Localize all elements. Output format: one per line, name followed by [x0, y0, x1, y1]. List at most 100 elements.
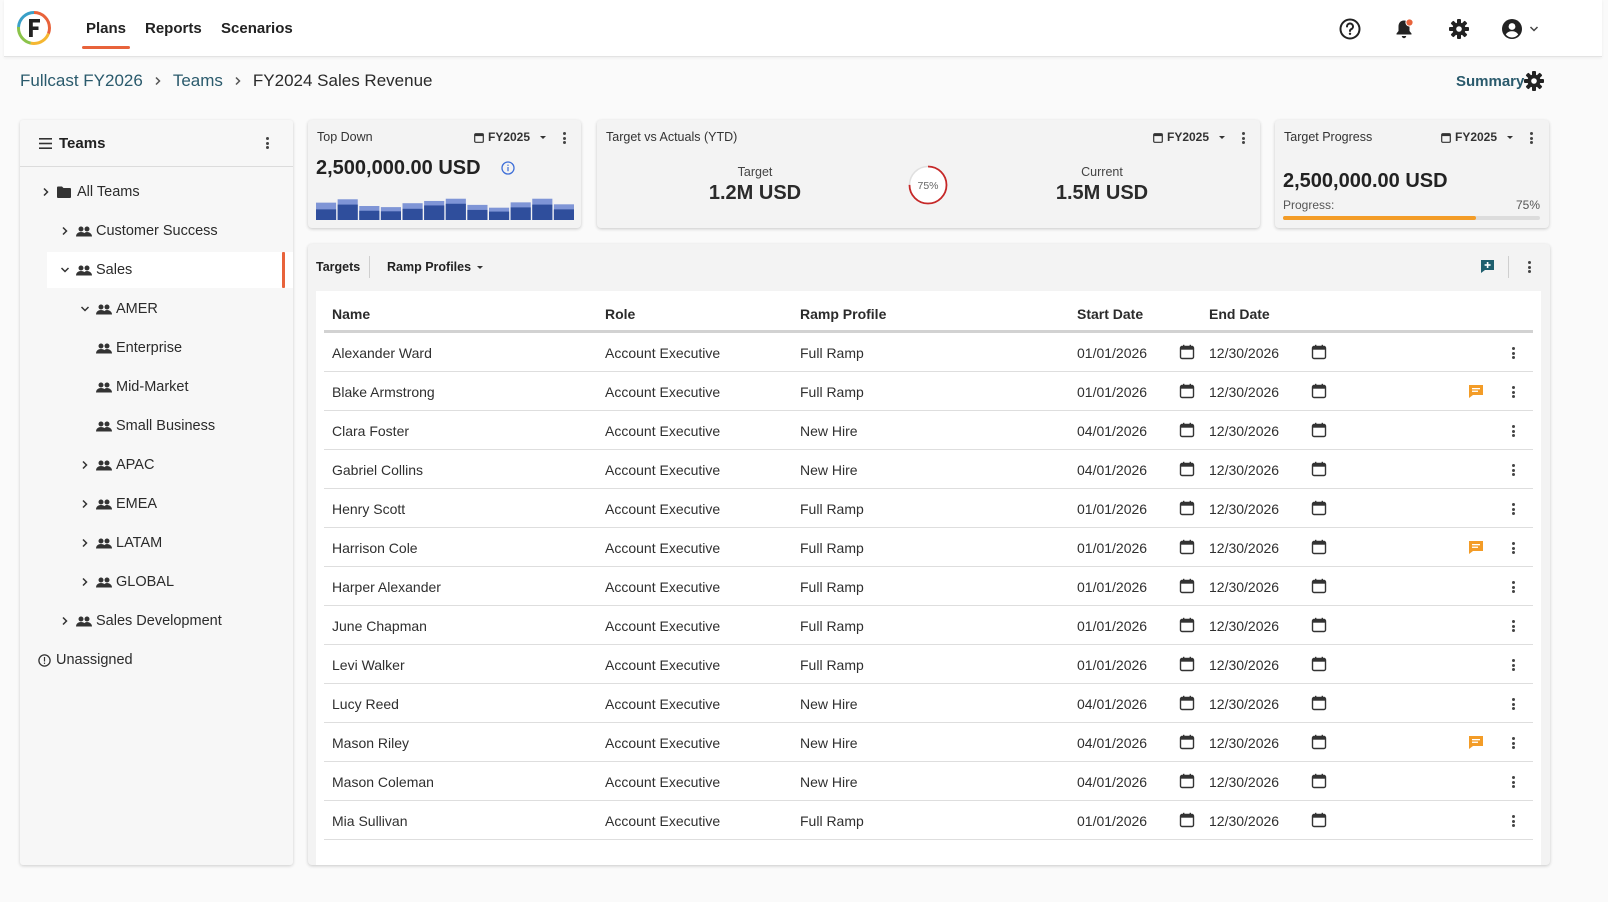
- column-header-name[interactable]: Name: [332, 306, 370, 322]
- calendar-icon[interactable]: [1179, 344, 1195, 360]
- fiscal-year-selector[interactable]: FY2025: [1441, 130, 1514, 144]
- table-row[interactable]: Harrison Cole Account Executive Full Ramp 0…: [324, 528, 1533, 567]
- bell-icon[interactable]: [1392, 17, 1416, 41]
- sidebar-item-amer[interactable]: AMER: [78, 291, 158, 327]
- calendar-icon[interactable]: [1311, 812, 1327, 828]
- breadcrumb-parent[interactable]: Teams: [173, 71, 223, 91]
- card-kebab-icon[interactable]: [1525, 130, 1537, 146]
- table-row[interactable]: Harper Alexander Account Executive Full Ra…: [324, 567, 1533, 606]
- sidebar-item-customer-success[interactable]: Customer Success: [58, 213, 218, 249]
- calendar-icon[interactable]: [1179, 422, 1195, 438]
- sidebar-item-mid-market[interactable]: Mid-Market: [96, 369, 189, 405]
- sidebar-item-enterprise[interactable]: Enterprise: [96, 330, 182, 366]
- table-row[interactable]: Lucy Reed Account Executive New Hire 04/01/…: [324, 684, 1533, 723]
- sidebar-item-sales[interactable]: Sales: [47, 252, 293, 288]
- row-kebab-icon[interactable]: [1507, 540, 1519, 556]
- tab-targets[interactable]: Targets: [316, 260, 360, 274]
- row-kebab-icon[interactable]: [1507, 423, 1519, 439]
- comment-icon[interactable]: [1468, 540, 1484, 555]
- calendar-icon[interactable]: [1179, 539, 1195, 555]
- sidebar-item-emea[interactable]: EMEA: [78, 486, 157, 522]
- row-kebab-icon[interactable]: [1507, 774, 1519, 790]
- calendar-icon[interactable]: [1179, 812, 1195, 828]
- table-row[interactable]: Gabriel Collins Account Executive New Hire…: [324, 450, 1533, 489]
- calendar-icon[interactable]: [1311, 539, 1327, 555]
- chevron-right-icon[interactable]: [39, 187, 53, 197]
- ramp-profiles-filter[interactable]: Ramp Profiles: [387, 260, 484, 274]
- calendar-icon[interactable]: [1179, 695, 1195, 711]
- breadcrumb-root[interactable]: Fullcast FY2026: [20, 71, 143, 91]
- chevron-right-icon[interactable]: [78, 499, 92, 509]
- calendar-icon[interactable]: [1179, 773, 1195, 789]
- row-kebab-icon[interactable]: [1507, 813, 1519, 829]
- account-menu[interactable]: [1501, 17, 1545, 41]
- chevron-right-icon[interactable]: [78, 577, 92, 587]
- calendar-icon[interactable]: [1311, 383, 1327, 399]
- calendar-icon[interactable]: [1311, 422, 1327, 438]
- comment-icon[interactable]: [1468, 735, 1484, 750]
- page-settings-gear-icon[interactable]: [1523, 70, 1545, 92]
- table-row[interactable]: Mia Sullivan Account Executive Full Ramp 01…: [324, 801, 1533, 840]
- sidebar-kebab-icon[interactable]: [261, 135, 273, 151]
- column-header-start-date[interactable]: Start Date: [1077, 306, 1143, 322]
- calendar-icon[interactable]: [1311, 578, 1327, 594]
- chevron-right-icon[interactable]: [58, 616, 72, 626]
- nav-tab-reports[interactable]: Reports: [145, 20, 202, 37]
- fiscal-year-selector[interactable]: FY2025: [474, 130, 547, 144]
- sidebar-item-apac[interactable]: APAC: [78, 447, 154, 483]
- table-row[interactable]: Mason Coleman Account Executive New Hire 04…: [324, 762, 1533, 801]
- nav-tab-scenarios[interactable]: Scenarios: [221, 20, 293, 37]
- calendar-icon[interactable]: [1179, 617, 1195, 633]
- calendar-icon[interactable]: [1179, 656, 1195, 672]
- chevron-right-icon[interactable]: [58, 226, 72, 236]
- calendar-icon[interactable]: [1311, 617, 1327, 633]
- gear-icon[interactable]: [1447, 17, 1471, 41]
- calendar-icon[interactable]: [1311, 773, 1327, 789]
- chevron-down-icon[interactable]: [78, 305, 92, 313]
- sidebar-item-latam[interactable]: LATAM: [78, 525, 162, 561]
- sidebar-item-global[interactable]: GLOBAL: [78, 564, 174, 600]
- card-kebab-icon[interactable]: [1237, 130, 1249, 146]
- row-kebab-icon[interactable]: [1507, 579, 1519, 595]
- sidebar-item-sales-development[interactable]: Sales Development: [58, 603, 222, 639]
- panel-kebab-icon[interactable]: [1523, 259, 1535, 275]
- nav-tab-plans[interactable]: Plans: [81, 20, 131, 49]
- sidebar-item-small-business[interactable]: Small Business: [96, 408, 215, 444]
- column-header-role[interactable]: Role: [605, 306, 635, 322]
- help-icon[interactable]: [1338, 17, 1362, 41]
- view-selector[interactable]: Summary: [1456, 73, 1524, 90]
- calendar-icon[interactable]: [1179, 578, 1195, 594]
- table-row[interactable]: Alexander Ward Account Executive Full Ramp…: [324, 333, 1533, 372]
- info-icon[interactable]: [501, 161, 515, 175]
- table-row[interactable]: Clara Foster Account Executive New Hire 04/…: [324, 411, 1533, 450]
- fiscal-year-selector[interactable]: FY2025: [1153, 130, 1226, 144]
- sidebar-item-unassigned[interactable]: Unassigned: [38, 642, 133, 678]
- comment-icon[interactable]: [1468, 384, 1484, 399]
- calendar-icon[interactable]: [1311, 734, 1327, 750]
- table-row[interactable]: Levi Walker Account Executive Full Ramp 01/…: [324, 645, 1533, 684]
- calendar-icon[interactable]: [1311, 656, 1327, 672]
- menu-icon[interactable]: [39, 138, 52, 149]
- row-kebab-icon[interactable]: [1507, 696, 1519, 712]
- row-kebab-icon[interactable]: [1507, 657, 1519, 673]
- fullcast-logo[interactable]: [16, 10, 52, 46]
- row-kebab-icon[interactable]: [1507, 384, 1519, 400]
- row-kebab-icon[interactable]: [1507, 735, 1519, 751]
- calendar-icon[interactable]: [1179, 500, 1195, 516]
- calendar-icon[interactable]: [1179, 734, 1195, 750]
- sidebar-item-all-teams[interactable]: All Teams: [39, 174, 140, 210]
- card-kebab-icon[interactable]: [558, 130, 570, 146]
- add-comment-icon[interactable]: [1480, 259, 1495, 274]
- column-header-end-date[interactable]: End Date: [1209, 306, 1270, 322]
- calendar-icon[interactable]: [1311, 695, 1327, 711]
- row-kebab-icon[interactable]: [1507, 345, 1519, 361]
- calendar-icon[interactable]: [1311, 500, 1327, 516]
- table-row[interactable]: June Chapman Account Executive Full Ramp 01…: [324, 606, 1533, 645]
- table-row[interactable]: Henry Scott Account Executive Full Ramp 01/…: [324, 489, 1533, 528]
- chevron-right-icon[interactable]: [78, 538, 92, 548]
- column-header-ramp-profile[interactable]: Ramp Profile: [800, 306, 886, 322]
- table-row[interactable]: [324, 840, 1533, 865]
- calendar-icon[interactable]: [1179, 383, 1195, 399]
- calendar-icon[interactable]: [1311, 461, 1327, 477]
- table-row[interactable]: Blake Armstrong Account Executive Full Ram…: [324, 372, 1533, 411]
